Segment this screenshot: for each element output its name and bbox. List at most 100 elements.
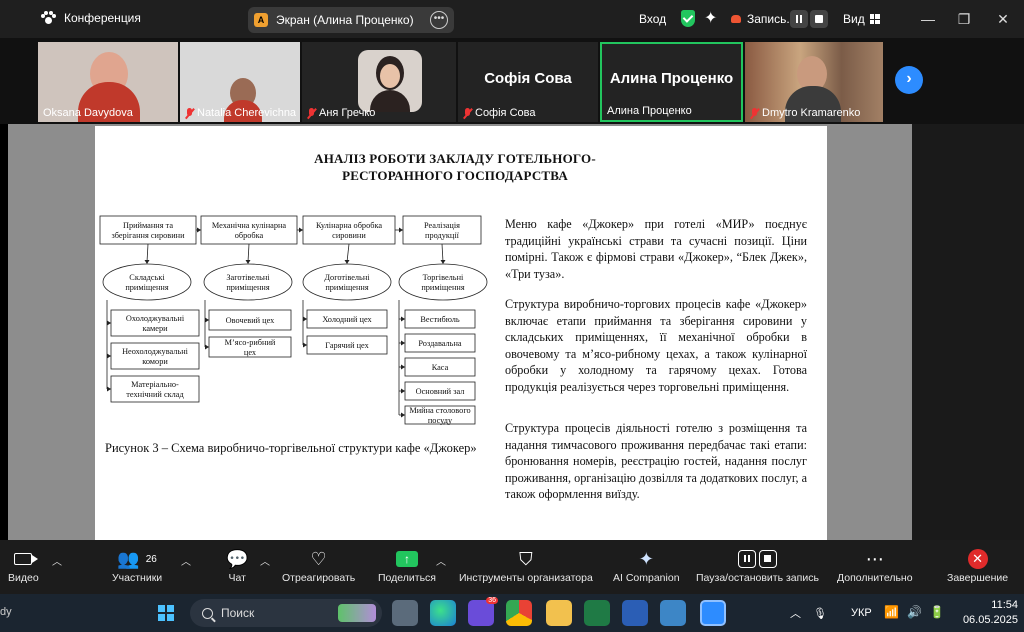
more-dots-icon: ⋯: [865, 548, 884, 569]
recording-indicator[interactable]: Запись...: [731, 12, 796, 26]
video-button[interactable]: Видео: [8, 546, 39, 584]
participant-tile[interactable]: Аня Гречко: [302, 42, 456, 122]
volume-icon: 🔊: [906, 605, 922, 619]
diagram-arrowhead: [205, 317, 209, 323]
participants-icon: 👥: [117, 548, 140, 569]
participant-display-name: Софія Сова: [484, 70, 572, 87]
language-indicator[interactable]: УКР: [851, 607, 872, 619]
participant-name: Natalia Cherevichna: [185, 107, 296, 119]
windows-start-icon[interactable]: [158, 605, 174, 621]
file-explorer-icon[interactable]: [546, 600, 572, 626]
shared-document-page: АНАЛІЗ РОБОТИ ЗАКЛАДУ ГОТЕЛЬНОГО- РЕСТОР…: [95, 126, 827, 540]
diagram-arrowhead: [107, 386, 111, 392]
mic-muted-icon: [463, 107, 472, 119]
diagram-stage-label: Кулінарна обробка: [316, 221, 382, 230]
chrome-icon[interactable]: [506, 600, 532, 626]
chat-button[interactable]: 💬 Чат: [226, 546, 248, 585]
screen-share-pill[interactable]: A Экран (Алина Проценко) •••: [248, 7, 454, 33]
diagram-connector: [441, 243, 444, 263]
diagram-connector: [146, 243, 149, 263]
diagram-stage-label: Приймання та: [123, 221, 173, 230]
excel-icon[interactable]: [584, 600, 610, 626]
security-shield-icon[interactable]: [681, 10, 695, 27]
diagram-item-label: технічний склад: [126, 390, 184, 399]
host-shield-icon: ⛉: [519, 548, 533, 569]
wifi-icon: 📶: [884, 605, 899, 619]
participant-tile[interactable]: Софія Сова Софія Сова: [458, 42, 598, 122]
restore-icon[interactable]: ❐: [954, 9, 974, 29]
tray-chevron-icon[interactable]: ︿: [790, 605, 801, 621]
mic-muted-icon: [307, 107, 316, 119]
diagram-group-ellipse: [398, 263, 488, 301]
participants-options-chevron-icon[interactable]: ︿: [181, 553, 191, 568]
grid-view-icon: [869, 14, 880, 24]
photos-icon[interactable]: [660, 600, 686, 626]
edge-browser-icon[interactable]: [430, 600, 456, 626]
diagram-stage-label: обробка: [235, 231, 264, 240]
microphone-icon[interactable]: 🎙: [813, 607, 827, 620]
diagram-arrowhead: [107, 353, 111, 359]
diagram-item-label: М’ясо-рибний: [225, 338, 276, 347]
share-label: Экран (Алина Проценко): [276, 13, 414, 27]
system-tray: ︿ 🎙: [790, 594, 827, 632]
ai-sparkle-icon[interactable]: ✦: [704, 8, 717, 28]
stop-record-icon[interactable]: [810, 10, 828, 28]
ai-companion-button[interactable]: ✦ AI Companion: [613, 546, 680, 585]
pause-stop-recording-button[interactable]: Пауза/остановить запись: [696, 546, 819, 584]
app-title: Конференция: [40, 11, 141, 25]
diagram-group-label: Заготівельні: [226, 273, 270, 282]
view-button[interactable]: Вид: [843, 12, 880, 26]
taskbar-edge-text: dy: [0, 606, 12, 618]
task-view-icon[interactable]: [392, 600, 418, 626]
taskbar-search-box[interactable]: Поиск: [190, 599, 382, 627]
more-options-icon[interactable]: •••: [430, 11, 448, 29]
zoom-app-icon[interactable]: [700, 600, 726, 626]
share-screen-button[interactable]: ↑ Поделиться: [378, 546, 436, 584]
word-icon[interactable]: [622, 600, 648, 626]
diagram-arrowhead: [440, 260, 446, 264]
more-button[interactable]: ⋯ Дополнительно: [837, 546, 913, 585]
pause-record-icon[interactable]: [790, 10, 808, 28]
diagram-arrowhead: [401, 316, 405, 322]
taskbar-clock[interactable]: 11:54 06.05.2025: [962, 598, 1018, 628]
pause-stop-record-icon: [737, 550, 777, 568]
diagram-arrowhead: [401, 364, 405, 370]
battery-icon: 🔋: [929, 605, 945, 619]
participant-tile-active-speaker[interactable]: Алина Проценко Алина Проценко: [600, 42, 743, 122]
diagram-arrowhead: [245, 260, 251, 264]
video-options-chevron-icon[interactable]: ︿: [52, 553, 62, 568]
document-title: АНАЛІЗ РОБОТИ ЗАКЛАДУ ГОТЕЛЬНОГО- РЕСТОР…: [314, 151, 596, 183]
participant-tile[interactable]: Dmytro Kramarenko: [745, 42, 883, 122]
tray-icons[interactable]: 📶 🔊 🔋: [884, 605, 945, 619]
diagram-group-label: Доготівельні: [324, 273, 370, 282]
share-screen-icon: ↑: [395, 551, 418, 567]
next-page-arrow-icon[interactable]: ›: [895, 66, 923, 94]
diagram-arrowhead: [303, 316, 307, 322]
login-button[interactable]: Вход: [639, 12, 666, 26]
share-options-chevron-icon[interactable]: ︿: [436, 553, 446, 568]
diagram-connector: [247, 243, 250, 263]
diagram-item-label: Гарячий цех: [325, 341, 369, 350]
diagram-item-label: Неохолоджувальні: [122, 347, 189, 356]
host-tools-button[interactable]: ⛉ Инструменты организатора: [459, 546, 593, 585]
react-button[interactable]: ♡ Отреагировать: [282, 546, 355, 585]
viber-icon[interactable]: 36: [468, 597, 498, 626]
chat-options-chevron-icon[interactable]: ︿: [260, 553, 270, 568]
minimize-icon[interactable]: —: [918, 9, 938, 29]
participants-button[interactable]: 👥 26 Участники: [112, 546, 162, 585]
diagram-arrowhead: [107, 320, 111, 326]
ai-sparkle-icon: ✦: [638, 548, 654, 569]
diagram-item-label: Каса: [432, 363, 449, 372]
diagram-item-label: Мийна столового: [409, 406, 470, 415]
diagram-item-label: цех: [244, 348, 257, 357]
close-icon[interactable]: ✕: [993, 9, 1013, 29]
end-meeting-button[interactable]: ✕ Завершение: [947, 546, 1008, 584]
diagram-group-ellipse: [203, 263, 293, 301]
participant-tile[interactable]: Oksana Davydova: [38, 42, 178, 122]
end-meeting-icon: ✕: [967, 549, 988, 569]
participant-tile[interactable]: Natalia Cherevichna: [180, 42, 300, 122]
record-label: Запись...: [747, 12, 797, 26]
diagram-arrowhead: [401, 340, 405, 346]
diagram-stage-label: продукції: [425, 231, 460, 240]
camera-icon: [14, 553, 39, 565]
